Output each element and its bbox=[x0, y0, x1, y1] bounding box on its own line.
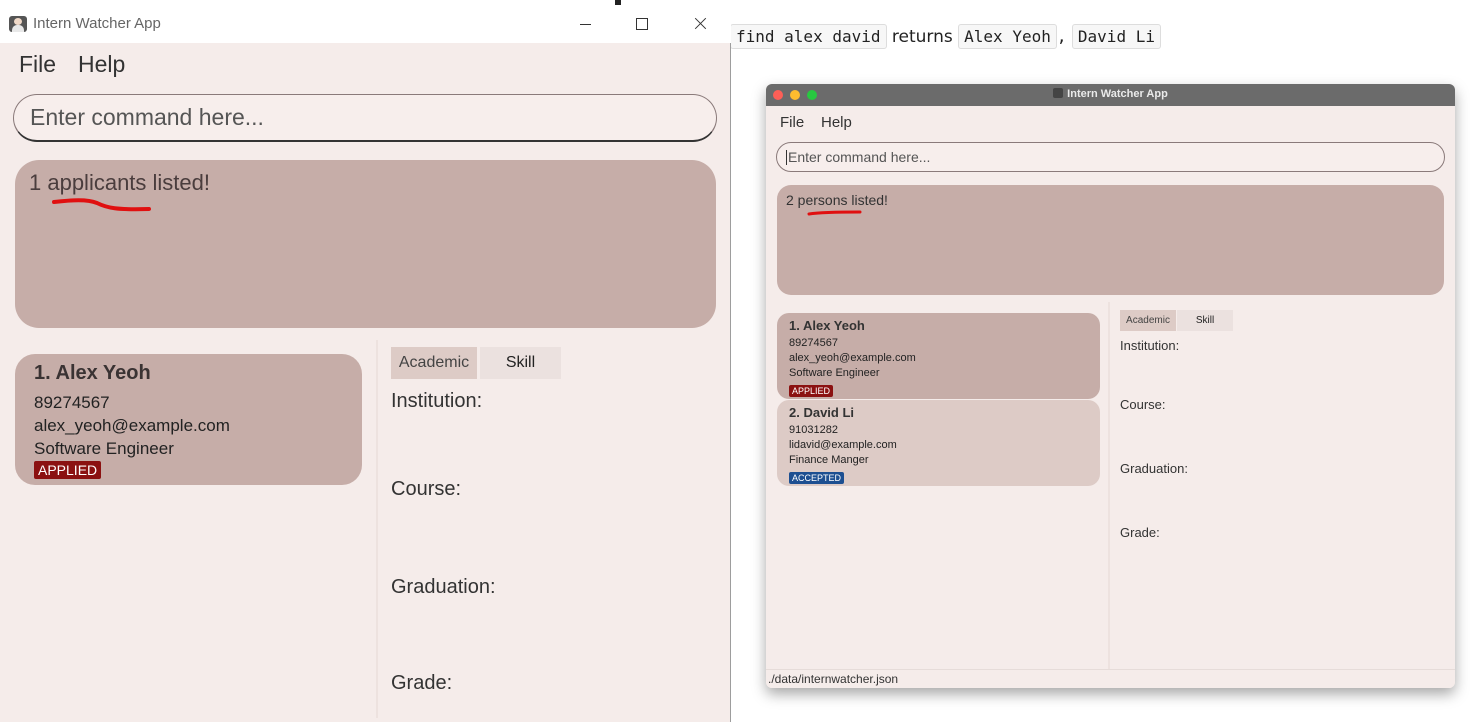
detail-grade-label: Grade: bbox=[391, 672, 453, 694]
status-bar: ./data/internwatcher.json bbox=[766, 669, 1455, 688]
left-title-bar[interactable]: Intern Watcher App bbox=[0, 5, 731, 43]
detail-course-label: Course: bbox=[391, 478, 462, 500]
applicant-card[interactable]: 2. David Li 91031282 lidavid@example.com… bbox=[777, 400, 1100, 486]
detail-grade-label: Grade: bbox=[1120, 525, 1160, 540]
maximize-button[interactable] bbox=[619, 9, 665, 39]
annotation-underline bbox=[52, 198, 151, 212]
applicant-name: 1. Alex Yeoh bbox=[34, 362, 151, 384]
applicant-phone: 89274567 bbox=[34, 393, 110, 412]
applicant-card[interactable]: 1. Alex Yeoh 89274567 alex_yeoh@example.… bbox=[15, 354, 362, 485]
app-logo-icon bbox=[1053, 88, 1064, 98]
menu-help[interactable]: Help bbox=[821, 114, 852, 131]
right-menu-bar: File Help bbox=[766, 106, 1455, 136]
right-command-placeholder: Enter command here... bbox=[788, 149, 931, 165]
applicant-email: alex_yeoh@example.com bbox=[789, 352, 916, 364]
right-result-display: 2 persons listed! bbox=[777, 185, 1444, 295]
applicant-email: lidavid@example.com bbox=[789, 439, 897, 451]
app-logo-icon bbox=[9, 16, 27, 32]
applicant-phone: 91031282 bbox=[789, 424, 838, 436]
caption-result-1: Alex Yeoh bbox=[958, 24, 1057, 49]
caption-result-2: David Li bbox=[1071, 24, 1161, 49]
close-button[interactable] bbox=[677, 9, 723, 39]
data-file-path: ./data/internwatcher.json bbox=[768, 672, 899, 686]
status-badge: APPLIED bbox=[789, 385, 834, 397]
left-window-title: Intern Watcher App bbox=[33, 15, 161, 32]
detail-graduation-label: Graduation: bbox=[1120, 461, 1188, 476]
applicant-name: 1. Alex Yeoh bbox=[789, 318, 865, 333]
left-app-window: Intern Watcher App File Help Enter comma… bbox=[0, 5, 731, 722]
applicant-role: Finance Manger bbox=[789, 454, 869, 466]
right-command-input[interactable]: Enter command here... bbox=[776, 142, 1445, 172]
detail-institution-label: Institution: bbox=[391, 390, 483, 412]
left-result-display: 1 applicants listed! bbox=[15, 160, 716, 328]
detail-graduation-label: Graduation: bbox=[391, 576, 496, 598]
caption: find alex david returns Alex Yeoh, David… bbox=[730, 24, 1161, 49]
menu-help[interactable]: Help bbox=[78, 51, 125, 78]
left-menu-bar: File Help bbox=[0, 43, 731, 89]
right-result-text: 2 persons listed! bbox=[786, 192, 888, 208]
annotation-underline bbox=[807, 210, 862, 216]
status-badge: ACCEPTED bbox=[789, 472, 845, 484]
applicant-name: 2. David Li bbox=[789, 405, 855, 420]
right-app-window: Intern Watcher App File Help Enter comma… bbox=[766, 84, 1455, 688]
tab-academic[interactable]: Academic bbox=[391, 347, 477, 379]
text-caret bbox=[786, 150, 787, 165]
right-title-bar[interactable]: Intern Watcher App bbox=[766, 84, 1455, 106]
applicant-email: alex_yeoh@example.com bbox=[34, 416, 230, 435]
menu-file[interactable]: File bbox=[780, 114, 804, 131]
tab-skill[interactable]: Skill bbox=[480, 347, 561, 379]
right-window-title-wrap: Intern Watcher App bbox=[766, 88, 1455, 100]
detail-course-label: Course: bbox=[1120, 397, 1166, 412]
minimize-button[interactable] bbox=[563, 9, 609, 39]
caption-command: find alex david bbox=[730, 24, 887, 49]
status-badge: APPLIED bbox=[34, 461, 102, 479]
left-result-text: 1 applicants listed! bbox=[29, 170, 210, 195]
caption-returns: returns bbox=[891, 27, 953, 47]
left-command-input[interactable]: Enter command here... bbox=[13, 94, 717, 142]
applicant-role: Software Engineer bbox=[34, 439, 174, 458]
applicant-phone: 89274567 bbox=[789, 337, 838, 349]
detail-institution-label: Institution: bbox=[1120, 338, 1180, 353]
tab-skill[interactable]: Skill bbox=[1177, 310, 1233, 331]
applicant-card[interactable]: 1. Alex Yeoh 89274567 alex_yeoh@example.… bbox=[777, 313, 1100, 399]
menu-file[interactable]: File bbox=[19, 51, 56, 78]
caption-separator: , bbox=[1056, 27, 1067, 46]
tab-academic[interactable]: Academic bbox=[1120, 310, 1176, 331]
right-window-title: Intern Watcher App bbox=[1067, 88, 1168, 100]
applicant-role: Software Engineer bbox=[789, 367, 880, 379]
